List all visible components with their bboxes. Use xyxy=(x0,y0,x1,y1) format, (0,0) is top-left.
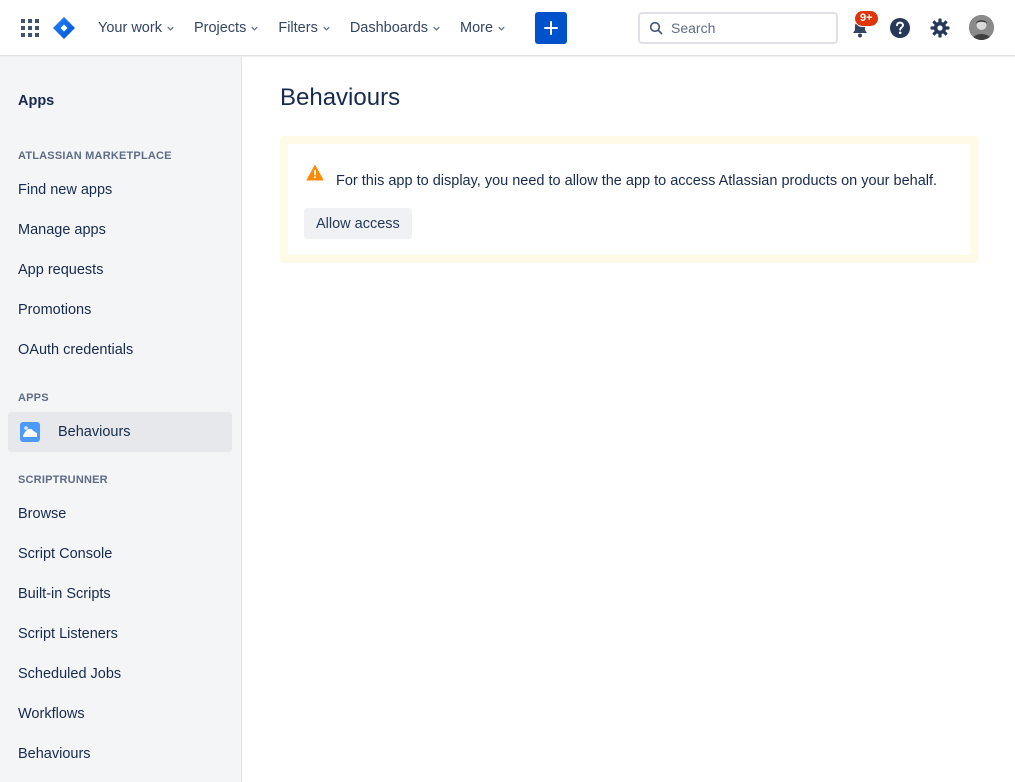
search-icon xyxy=(649,21,663,35)
chevron-down-icon xyxy=(251,26,259,31)
behaviours-app-icon xyxy=(20,422,40,442)
help-icon[interactable] xyxy=(889,17,911,39)
sidebar-item-find-new-apps[interactable]: Find new apps xyxy=(18,182,112,198)
access-notice: For this app to display, you need to all… xyxy=(280,136,978,263)
allow-access-button[interactable]: Allow access xyxy=(304,208,412,239)
chevron-down-icon xyxy=(498,26,505,31)
plus-icon xyxy=(544,21,558,35)
user-avatar[interactable] xyxy=(969,15,994,40)
section-header-scriptrunner: SCRIPTRUNNER xyxy=(18,474,108,486)
section-header-marketplace: ATLASSIAN MARKETPLACE xyxy=(18,150,172,162)
section-header-apps: APPS xyxy=(18,392,49,404)
settings-gear-icon[interactable] xyxy=(929,17,951,39)
sidebar-item-script-console[interactable]: Script Console xyxy=(18,546,112,562)
sidebar-item-scheduled-jobs[interactable]: Scheduled Jobs xyxy=(18,666,121,682)
jira-logo-icon[interactable] xyxy=(52,16,76,40)
chevron-down-icon xyxy=(323,26,330,31)
nav-label: Your work xyxy=(98,20,162,36)
primary-nav: Your work Projects Filters Dashboards Mo… xyxy=(98,0,525,56)
sidebar-item-browse[interactable]: Browse xyxy=(18,506,66,522)
access-notice-body: For this app to display, you need to all… xyxy=(288,144,970,255)
sidebar-item-built-in-scripts[interactable]: Built-in Scripts xyxy=(18,586,111,602)
chevron-down-icon xyxy=(167,26,174,31)
page-title: Behaviours xyxy=(280,84,401,111)
sidebar-item-app-requests[interactable]: App requests xyxy=(18,262,103,278)
sidebar-item-workflows[interactable]: Workflows xyxy=(18,706,85,722)
notice-message: For this app to display, you need to all… xyxy=(336,173,938,189)
notification-count-badge: 9+ xyxy=(854,10,879,27)
top-navigation: Your work Projects Filters Dashboards Mo… xyxy=(0,0,1015,56)
search-input[interactable] xyxy=(671,20,821,36)
avatar-image-icon xyxy=(969,15,994,40)
nav-label: Filters xyxy=(278,20,318,36)
nav-your-work[interactable]: Your work xyxy=(98,20,175,36)
nav-label: More xyxy=(460,20,494,36)
chevron-down-icon xyxy=(433,26,440,31)
nav-projects[interactable]: Projects xyxy=(194,20,259,36)
sidebar-item-behaviours[interactable]: Behaviours xyxy=(18,746,91,762)
nav-label: Dashboards xyxy=(349,20,429,36)
warning-icon xyxy=(306,165,324,181)
nav-filters[interactable]: Filters xyxy=(278,20,330,36)
nav-dashboards[interactable]: Dashboards xyxy=(350,20,441,36)
create-button[interactable] xyxy=(535,12,567,44)
sidebar-item-label: Behaviours xyxy=(58,424,131,440)
sidebar: Apps ATLASSIAN MARKETPLACE Find new apps… xyxy=(0,57,242,782)
search-box[interactable] xyxy=(638,12,838,44)
sidebar-item-script-listeners[interactable]: Script Listeners xyxy=(18,626,118,642)
nav-label: Projects xyxy=(193,20,247,36)
sidebar-item-manage-apps[interactable]: Manage apps xyxy=(18,222,106,238)
app-switcher-icon[interactable] xyxy=(20,18,40,38)
sidebar-item-behaviours-app[interactable]: Behaviours xyxy=(8,412,232,452)
sidebar-title: Apps xyxy=(18,93,55,109)
nav-more[interactable]: More xyxy=(460,20,506,36)
sidebar-item-promotions[interactable]: Promotions xyxy=(18,302,91,318)
sidebar-item-oauth-credentials[interactable]: OAuth credentials xyxy=(18,342,133,358)
